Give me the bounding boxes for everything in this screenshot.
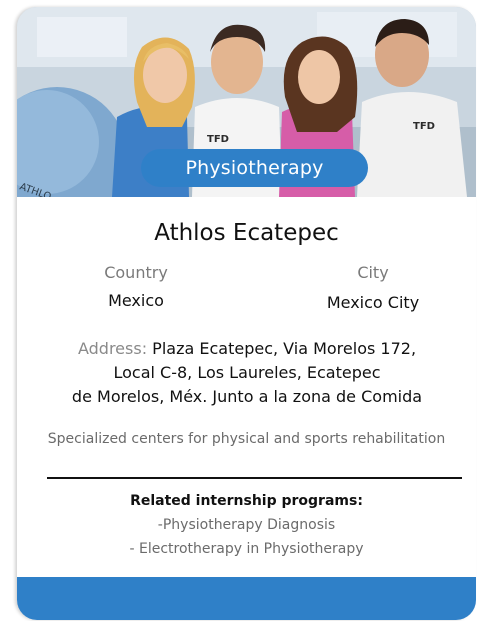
country-value: Mexico (108, 291, 164, 310)
related-program-item[interactable]: -Physiotherapy Diagnosis (17, 517, 476, 533)
center-description: Specialized centers for physical and spo… (47, 431, 446, 447)
center-title: Athlos Ecatepec (154, 220, 339, 246)
address-block: Address: Plaza Ecatepec, Via Morelos 172… (57, 337, 437, 409)
related-program-item[interactable]: - Electrotherapy in Physiotherapy (17, 541, 476, 557)
address-line-2: Local C-8, Los Laureles, Ecatepec (113, 363, 381, 382)
shirt-logo-text-1: TFD (207, 134, 229, 145)
city-value: Mexico City (326, 293, 420, 312)
address-line-3: de Morelos, Méx. Junto a la zona de Comi… (71, 387, 423, 406)
hero-photo: ATHLO TFD TFD Physiotherapy (17, 7, 476, 197)
shirt-logo-text-2: TFD (413, 121, 435, 132)
category-badge: Physiotherapy (141, 149, 368, 187)
country-label: Country (104, 263, 168, 282)
address-label: Address: (77, 339, 148, 358)
city-label: City (357, 263, 389, 282)
address-line-1: Plaza Ecatepec, Via Morelos 172, (152, 339, 417, 358)
section-divider (47, 477, 462, 479)
card-footer-bar (17, 577, 476, 620)
related-programs-title: Related internship programs: (130, 493, 363, 509)
location-card: ATHLO TFD TFD Physiotherapy Athlos Ecate… (17, 7, 476, 620)
